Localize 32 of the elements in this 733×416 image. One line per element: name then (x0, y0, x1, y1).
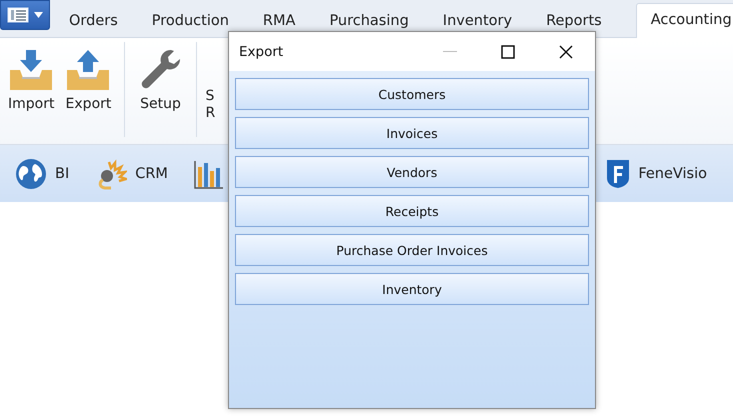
tab[interactable]: Reports (546, 13, 602, 37)
tab[interactable]: Orders (69, 13, 118, 37)
export-option-button[interactable]: Purchase Order Invoices (235, 234, 589, 266)
export-option-button[interactable]: Inventory (235, 273, 589, 305)
import-button[interactable]: Import (8, 48, 54, 112)
tab[interactable]: Production (152, 13, 229, 37)
export-button[interactable]: Export (65, 48, 112, 112)
shield-icon (606, 158, 630, 188)
export-icon (65, 48, 112, 92)
caret-icon (34, 12, 43, 18)
dialog-title: Export (239, 44, 284, 60)
bar-chart-icon[interactable] (194, 158, 224, 188)
setup-button[interactable]: Setup (137, 48, 184, 112)
export-option-button[interactable]: Receipts (235, 195, 589, 227)
app-menu-button[interactable] (0, 0, 50, 30)
maximize-icon (501, 44, 515, 58)
tab[interactable]: RMA (262, 13, 296, 37)
tab[interactable]: Purchasing (329, 13, 409, 37)
close-icon (559, 44, 573, 58)
import-icon (8, 48, 54, 92)
bi-button[interactable]: BI (15, 158, 70, 190)
export-option-button[interactable]: Vendors (235, 156, 589, 188)
globe-icon (15, 158, 47, 190)
list-icon (7, 7, 29, 23)
export-option-button[interactable]: Invoices (235, 117, 589, 149)
tab[interactable]: Accounting (636, 3, 733, 38)
export-option-button[interactable]: Customers (235, 78, 589, 110)
minimize-icon (443, 50, 457, 52)
tab[interactable]: Inventory (442, 13, 512, 37)
ribbon-label: S R (205, 88, 216, 122)
crm-button[interactable]: CRM (95, 158, 168, 190)
fenevision-button[interactable]: FeneVisio (606, 158, 707, 188)
